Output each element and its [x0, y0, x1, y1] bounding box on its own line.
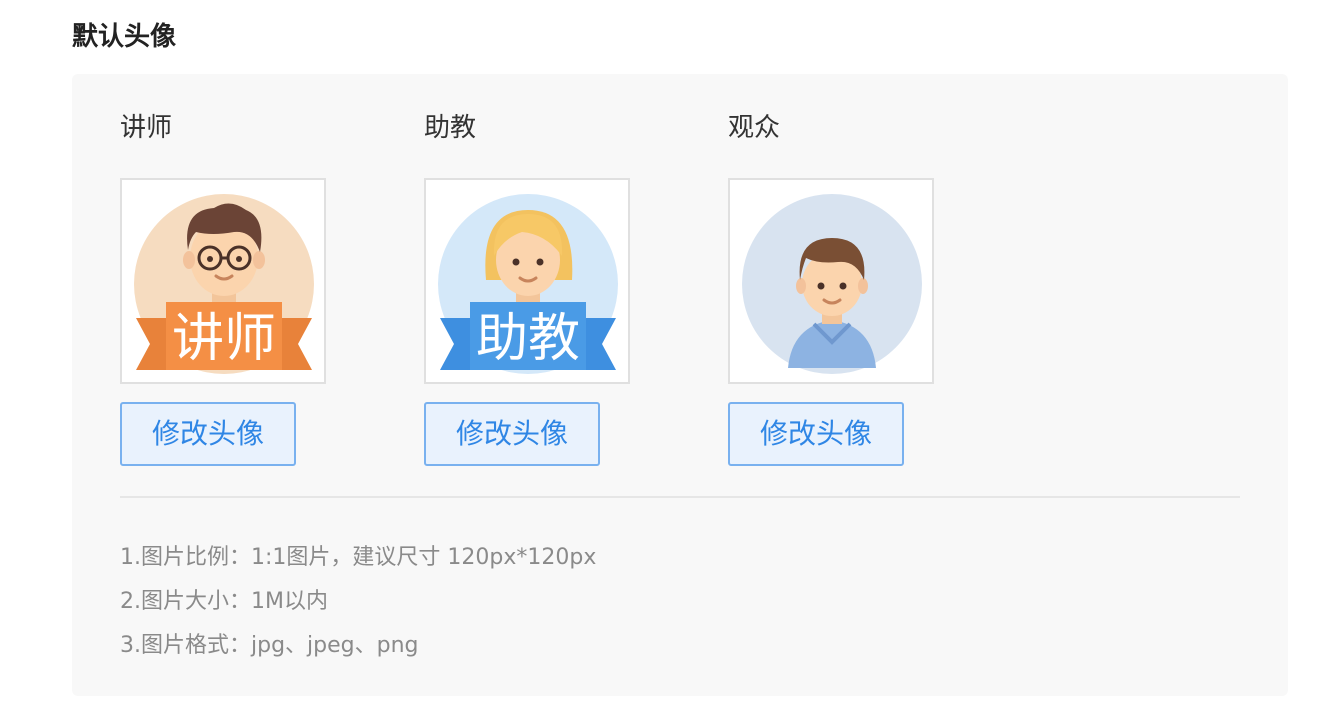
audience-label: 观众 [728, 113, 781, 143]
lecturer-banner-text: 讲师 [172, 309, 276, 369]
audience-avatar-frame [728, 178, 934, 384]
lecturer-avatar-icon: 讲师 [134, 194, 314, 374]
lecturer-change-avatar-button[interactable]: 修改头像 [120, 402, 296, 466]
audience-avatar-icon [742, 194, 922, 374]
upload-requirements: 1.图片比例：1:1图片，建议尺寸 120px*120px 2.图片大小：1M以… [120, 536, 596, 668]
audience-change-avatar-button[interactable]: 修改头像 [728, 402, 904, 466]
lecturer-avatar-frame: 讲师 [120, 178, 326, 384]
note-ratio: 1.图片比例：1:1图片，建议尺寸 120px*120px [120, 545, 597, 570]
assistant-label: 助教 [424, 113, 477, 143]
assistant-avatar-frame: 助教 [424, 178, 630, 384]
assistant-banner-text: 助教 [476, 309, 580, 369]
lecturer-label: 讲师 [120, 113, 173, 143]
avatar-settings-panel: 讲师 讲师 修改头像 助教 助教 修改头像 观众 修改头像 1.图片比例：1:1… [72, 74, 1288, 696]
section-title: 默认头像 [72, 22, 177, 52]
note-size: 2.图片大小：1M以内 [120, 589, 328, 614]
assistant-avatar-icon: 助教 [438, 194, 618, 374]
divider [120, 496, 1240, 498]
note-format: 3.图片格式：jpg、jpeg、png [120, 633, 419, 658]
assistant-change-avatar-button[interactable]: 修改头像 [424, 402, 600, 466]
